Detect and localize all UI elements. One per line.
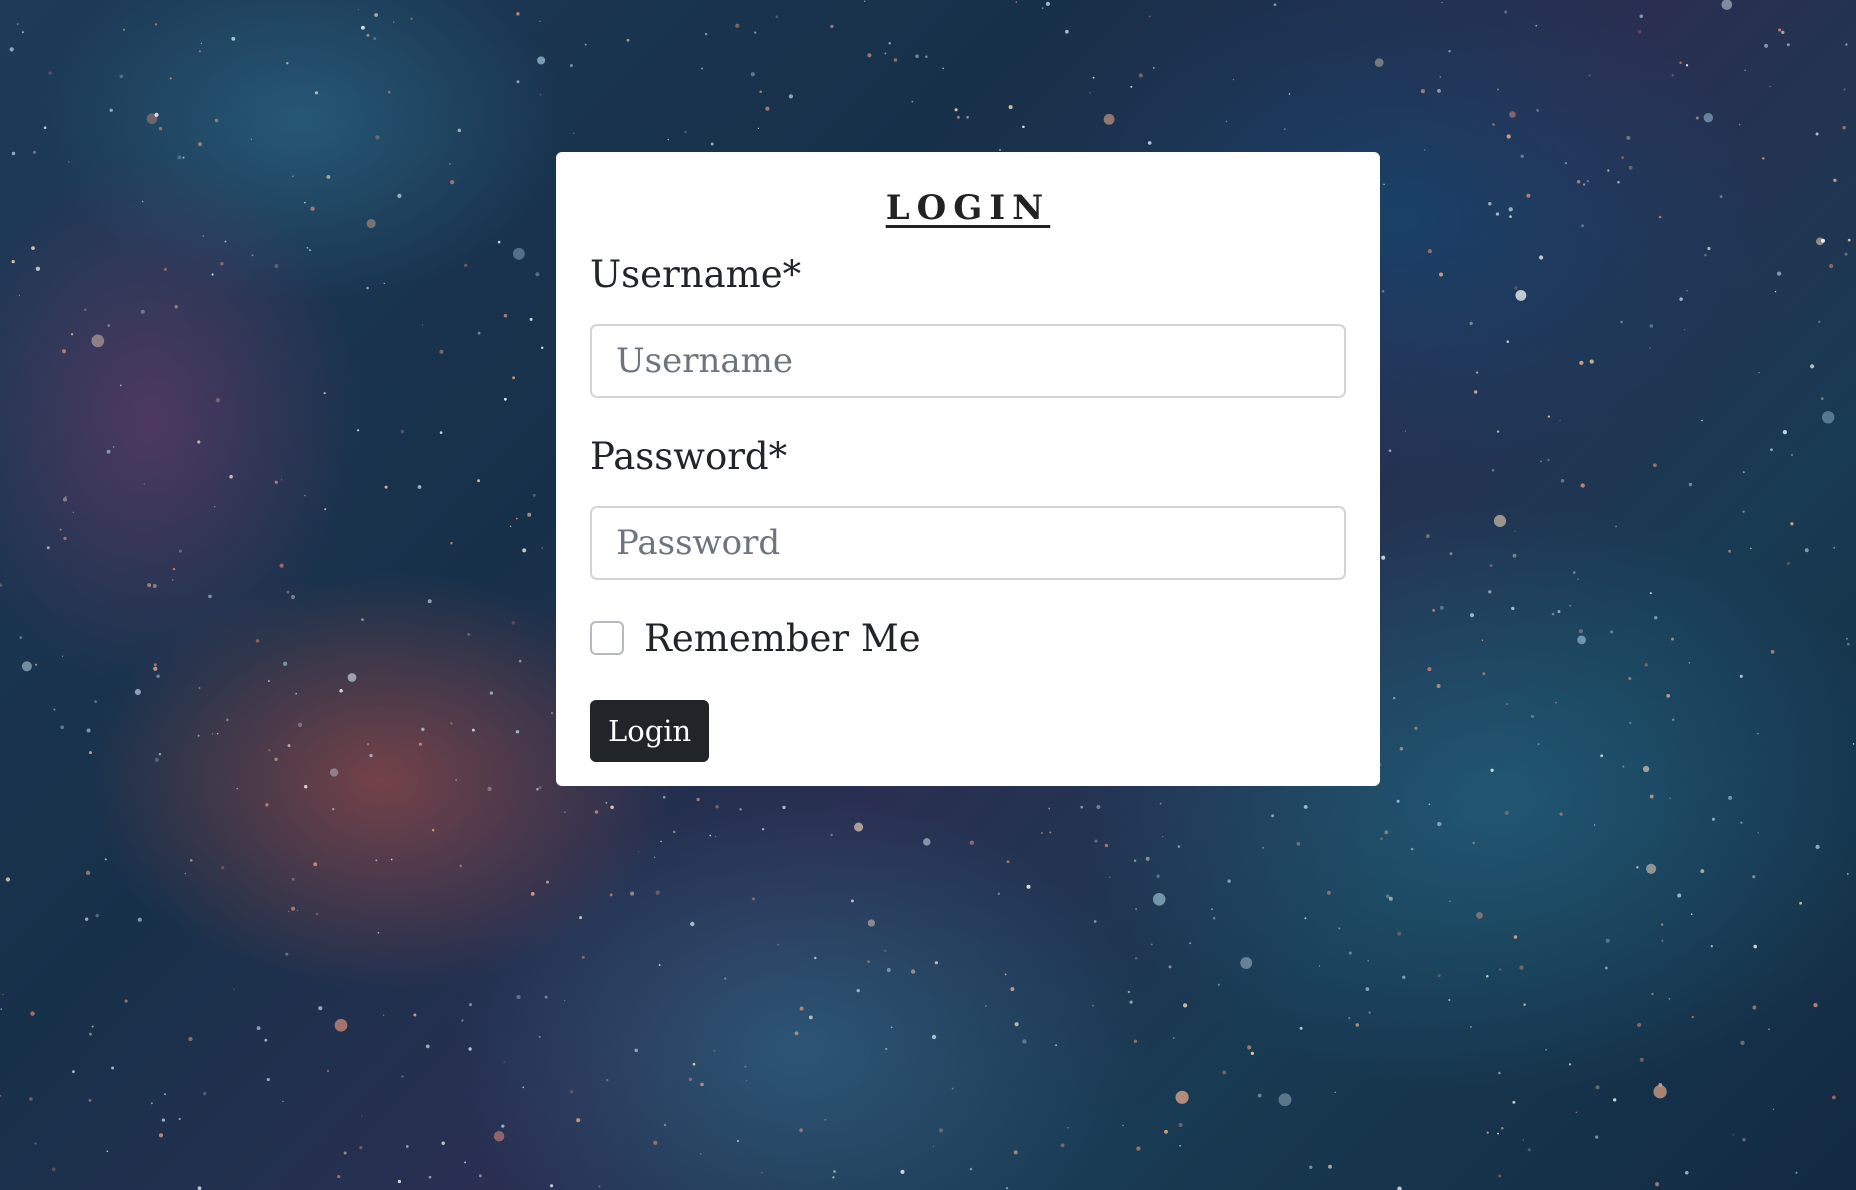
- remember-me-checkbox[interactable]: [590, 621, 624, 655]
- username-label: Username*: [590, 253, 802, 296]
- login-title: LOGIN: [885, 188, 1051, 228]
- password-label: Password*: [590, 435, 788, 478]
- username-input[interactable]: [590, 324, 1346, 398]
- password-input[interactable]: [590, 506, 1346, 580]
- remember-me-label[interactable]: Remember Me: [644, 617, 921, 660]
- remember-me-row[interactable]: Remember Me: [590, 616, 1346, 660]
- login-card: LOGIN Username* Password* Remember Me Lo…: [556, 152, 1380, 786]
- login-button[interactable]: Login: [590, 700, 710, 762]
